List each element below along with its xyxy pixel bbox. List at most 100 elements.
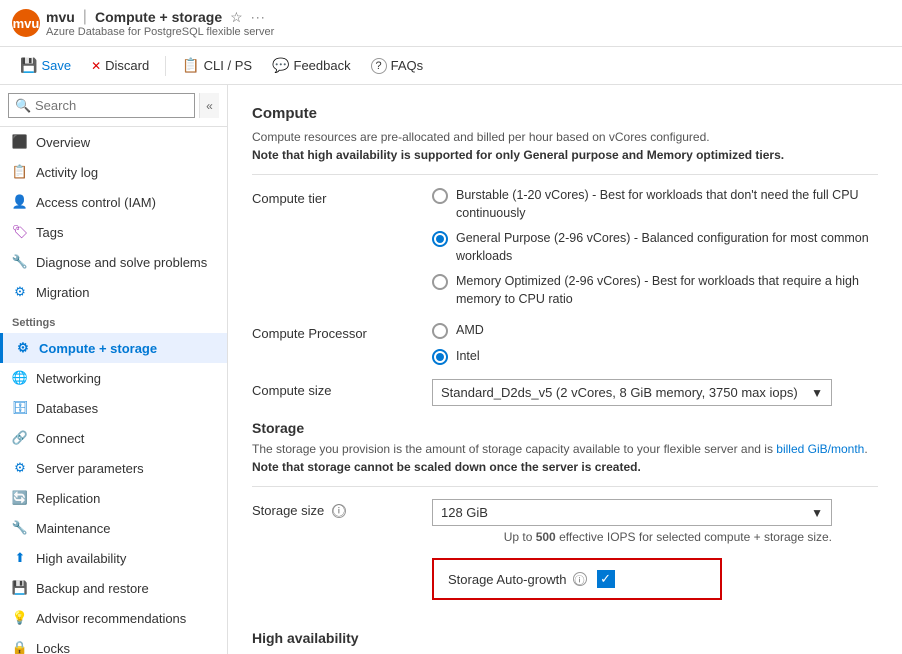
radio-amd-label: AMD [456,322,484,340]
feedback-button[interactable]: 💬 Feedback [264,53,359,78]
autogrowth-info-icon[interactable]: ⓘ [573,572,587,586]
storage-autogrowth-control: Storage Auto-growth ⓘ ✓ [432,558,878,616]
top-bar: mvu mvu | Compute + storage ☆ ··· Azure … [0,0,902,47]
sidebar-item-replication[interactable]: 🔄 Replication [0,483,227,513]
sidebar-item-locks[interactable]: 🔒 Locks [0,633,227,654]
compute-storage-icon: ⚙ [15,340,31,356]
high-availability-icon: ⬆ [12,550,28,566]
sidebar-item-migration[interactable]: ⚙ Migration [0,277,227,307]
sidebar-item-label: Locks [36,641,70,654]
radio-general[interactable]: General Purpose (2-96 vCores) - Balanced… [432,230,878,265]
sidebar-item-label: Compute + storage [39,341,157,356]
radio-intel[interactable]: Intel [432,348,878,366]
cli-label: CLI / PS [204,58,252,73]
storage-autogrowth-row: Storage Auto-growth ⓘ ✓ [252,558,878,616]
compute-processor-label: Compute Processor [252,322,412,341]
app-icon: mvu [12,9,40,37]
autogrowth-checkbox[interactable]: ✓ [597,570,615,588]
sidebar-collapse-button[interactable]: « [199,93,219,118]
sidebar-item-maintenance[interactable]: 🔧 Maintenance [0,513,227,543]
migration-icon: ⚙ [12,284,28,300]
compute-size-control: Standard_D2ds_v5 (2 vCores, 8 GiB memory… [432,379,878,406]
sidebar-item-overview[interactable]: ⬛ Overview [0,127,227,157]
sidebar-item-server-parameters[interactable]: ⚙ Server parameters [0,453,227,483]
networking-icon: 🌐 [12,370,28,386]
toolbar: 💾 Save ✕ Discard 📋 CLI / PS 💬 Feedback ?… [0,47,902,85]
search-input[interactable] [8,93,195,118]
sidebar-item-label: Access control (IAM) [36,195,156,210]
faqs-label: FAQs [391,58,424,73]
connect-icon: 🔗 [12,430,28,446]
autogrowth-label: Storage Auto-growth ⓘ [448,572,587,587]
storage-size-info-icon[interactable]: ⓘ [332,504,346,518]
sidebar-search-area: 🔍 « [0,85,227,127]
iops-note: Up to 500 effective IOPS for selected co… [432,530,832,544]
discard-button[interactable]: ✕ Discard [83,54,157,77]
sidebar-item-label: Replication [36,491,100,506]
more-icon[interactable]: ··· [251,10,266,24]
radio-memory[interactable]: Memory Optimized (2-96 vCores) - Best fo… [432,273,878,308]
sidebar-item-backup-restore[interactable]: 💾 Backup and restore [0,573,227,603]
compute-size-dropdown-arrow: ▼ [811,386,823,400]
radio-general-label: General Purpose (2-96 vCores) - Balanced… [456,230,878,265]
compute-section: Compute Compute resources are pre-alloca… [252,105,878,406]
compute-tier-label: Compute tier [252,187,412,206]
radio-burstable[interactable]: Burstable (1-20 vCores) - Best for workl… [432,187,878,222]
save-label: Save [41,58,71,73]
compute-processor-control: AMD Intel [432,322,878,365]
storage-size-label-text: Storage size [252,503,324,518]
storage-desc2-text: Note that storage cannot be scaled down … [252,460,641,474]
sidebar-item-label: Diagnose and solve problems [36,255,207,270]
storage-size-value: 128 GiB [441,505,811,520]
maintenance-icon: 🔧 [12,520,28,536]
star-icon[interactable]: ☆ [230,9,243,26]
save-button[interactable]: 💾 Save [12,53,79,78]
compute-title: Compute [252,105,878,122]
overview-icon: ⬛ [12,134,28,150]
tags-icon: 🏷 [12,224,28,240]
sidebar-item-tags[interactable]: 🏷 Tags [0,217,227,247]
sidebar-item-advisor[interactable]: 💡 Advisor recommendations [0,603,227,633]
sidebar-item-networking[interactable]: 🌐 Networking [0,363,227,393]
toolbar-separator-1 [165,56,166,76]
faqs-button[interactable]: ? FAQs [363,54,432,78]
sidebar-item-access-control[interactable]: 👤 Access control (IAM) [0,187,227,217]
compute-size-value: Standard_D2ds_v5 (2 vCores, 8 GiB memory… [441,385,811,400]
sidebar-item-label: Migration [36,285,89,300]
discard-icon: ✕ [91,59,101,73]
advisor-icon: 💡 [12,610,28,626]
compute-size-dropdown[interactable]: Standard_D2ds_v5 (2 vCores, 8 GiB memory… [432,379,832,406]
sidebar-item-label: Connect [36,431,84,446]
sidebar-item-high-availability[interactable]: ⬆ High availability [0,543,227,573]
storage-title: Storage [252,420,878,436]
storage-size-dropdown-arrow: ▼ [811,506,823,520]
sidebar-item-databases[interactable]: 🗄 Databases [0,393,227,423]
radio-amd[interactable]: AMD [432,322,878,340]
sidebar-item-label: Advisor recommendations [36,611,186,626]
radio-intel-label: Intel [456,348,480,366]
storage-size-dropdown[interactable]: 128 GiB ▼ [432,499,832,526]
compute-desc1: Compute resources are pre-allocated and … [252,130,878,144]
compute-processor-radio-group: AMD Intel [432,322,878,365]
iops-bold: 500 [536,530,556,544]
activity-log-icon: 📋 [12,164,28,180]
radio-general-circle [432,231,448,247]
cli-button[interactable]: 📋 CLI / PS [174,53,260,78]
sidebar-item-diagnose[interactable]: 🔧 Diagnose and solve problems [0,247,227,277]
sidebar-item-label: Tags [36,225,63,240]
faqs-icon: ? [371,58,387,74]
compute-size-label: Compute size [252,379,412,398]
iops-note2: effective IOPS for selected compute + st… [559,530,832,544]
sidebar-item-connect[interactable]: 🔗 Connect [0,423,227,453]
sidebar-item-activity-log[interactable]: 📋 Activity log [0,157,227,187]
sidebar-item-label: High availability [36,551,126,566]
storage-desc1-text: The storage you provision is the amount … [252,442,868,456]
storage-section: Storage The storage you provision is the… [252,420,878,616]
radio-burstable-circle [432,188,448,204]
save-icon: 💾 [20,57,37,74]
locks-icon: 🔒 [12,640,28,654]
sidebar-item-label: Server parameters [36,461,144,476]
storage-desc2: Note that storage cannot be scaled down … [252,460,878,474]
autogrowth-box: Storage Auto-growth ⓘ ✓ [432,558,722,600]
sidebar-item-compute-storage[interactable]: ⚙ Compute + storage [0,333,227,363]
